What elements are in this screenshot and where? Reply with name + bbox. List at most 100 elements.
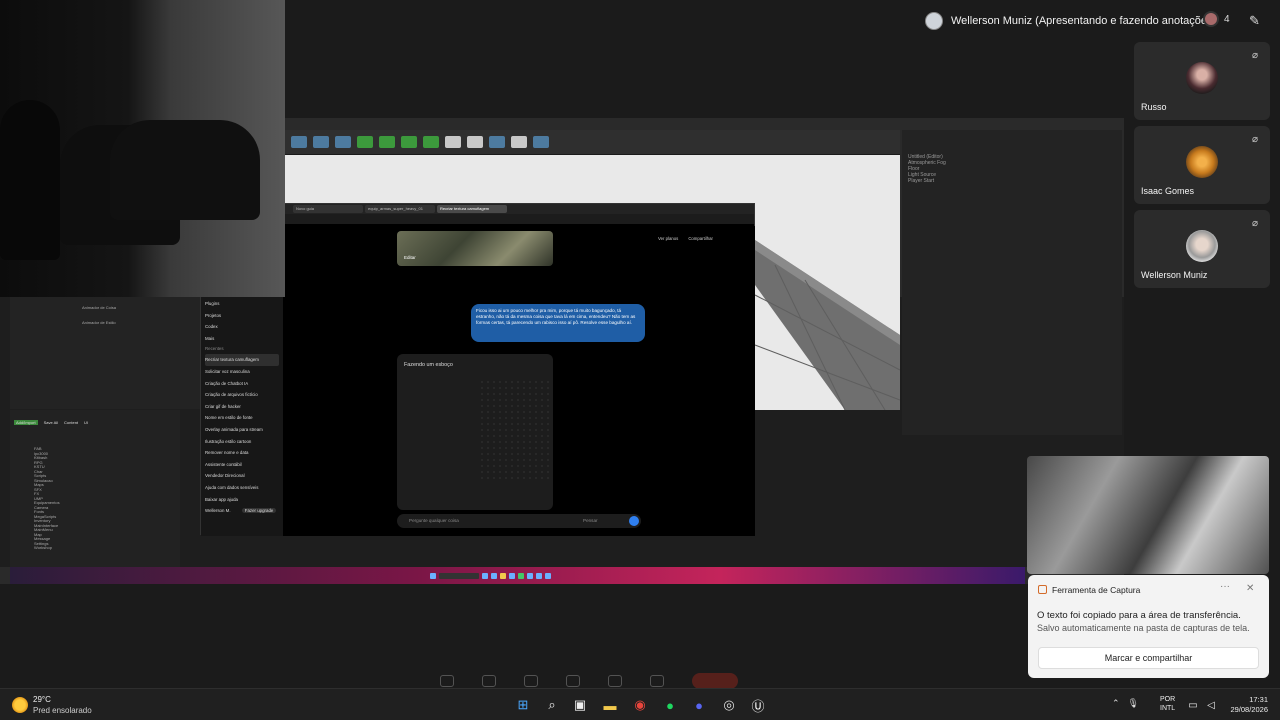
spotify-icon[interactable]: ● <box>661 696 679 714</box>
recent-chat-item[interactable]: Solicitar voz masculina <box>205 366 279 378</box>
recent-chat-item[interactable]: Overlay animada para stream <box>205 424 279 436</box>
chrome-icon[interactable]: ◉ <box>631 696 649 714</box>
toolbar-cinematics-icon[interactable] <box>401 136 417 148</box>
save-all-button[interactable]: Save All <box>44 420 58 425</box>
unreal-toolbar <box>285 130 900 155</box>
recent-chat-item[interactable]: Ajuda com dados sensíveis <box>205 482 279 494</box>
camouflage-image[interactable]: Editar <box>397 231 553 266</box>
sidebar-item-plugins[interactable]: Plugins <box>205 298 279 310</box>
file-explorer-icon[interactable]: ▬ <box>601 696 619 714</box>
send-button[interactable] <box>629 516 639 526</box>
tray-chevron-icon[interactable]: ⌃ <box>1112 698 1120 709</box>
outliner-row[interactable]: Player Start <box>902 178 1122 184</box>
sun-icon[interactable] <box>12 697 28 713</box>
recent-chat-item[interactable]: Criação de Chatbot IA <box>205 378 279 390</box>
chrome-tab[interactable]: Novo guia <box>293 205 363 213</box>
recent-chat-item[interactable]: Nome em estilo de fonte <box>205 412 279 424</box>
sketch-progress-dots <box>479 379 549 479</box>
recent-chat-item[interactable]: Remover nome e data <box>205 447 279 459</box>
prompt-placeholder: Pergunte qualquer coisa <box>409 518 459 523</box>
gpt-conversation: Ver planos Compartilhar Editar Ficou iss… <box>283 226 755 536</box>
toolbar-settings-icon[interactable] <box>335 136 351 148</box>
leave-button[interactable] <box>692 673 738 689</box>
recent-chat-item[interactable]: Criar gif de hacker <box>205 401 279 413</box>
chat-icon[interactable] <box>608 675 622 687</box>
unreal-icon[interactable]: Ⓤ <box>749 696 767 714</box>
toolbar-content-icon[interactable] <box>445 136 461 148</box>
recent-chat-item[interactable]: Recriar textura camuflagem <box>205 354 279 366</box>
microphone-icon[interactable]: 🎙 <box>1128 698 1139 709</box>
search-icon[interactable]: ⌕ <box>543 696 561 714</box>
close-icon[interactable]: ✕ <box>1246 583 1254 594</box>
sidebar-item-projects[interactable]: Projetos <box>205 310 279 322</box>
participant-tile[interactable]: ⌀ Russo <box>1134 42 1270 120</box>
app-icon <box>500 573 506 579</box>
ui-breadcrumb[interactable]: UI <box>84 420 88 425</box>
recent-chat-item[interactable]: Vendedor Direcional <box>205 470 279 482</box>
recent-chat-item[interactable]: Assistente contábil <box>205 459 279 471</box>
volume-icon[interactable]: ◁ <box>1202 696 1220 714</box>
annotate-pen-icon[interactable]: ✎ <box>1249 13 1265 29</box>
toolbar-play-icon[interactable] <box>511 136 527 148</box>
raise-hand-icon[interactable] <box>650 675 664 687</box>
participant-name: Russo <box>1141 102 1167 112</box>
steam-icon[interactable]: ◎ <box>720 696 738 714</box>
prompt-input[interactable]: Pergunte qualquer coisa Pensar <box>397 514 641 528</box>
user-message: Ficou isso ai um pouco melhor pra mim, p… <box>471 304 645 342</box>
windows-start-icon[interactable]: ⊞ <box>514 696 532 714</box>
toolbar-launch2-icon[interactable] <box>533 136 549 148</box>
react-icon[interactable] <box>566 675 580 687</box>
toolbar-source-icon[interactable] <box>313 136 329 148</box>
content-folder[interactable]: Workshop <box>34 545 180 551</box>
participant-tile[interactable]: ⌀ Wellerson Muniz <box>1134 210 1270 288</box>
toolbar-blueprints-icon[interactable] <box>357 136 373 148</box>
snipping-notification[interactable]: Ferramenta de Captura ··· ✕ O texto foi … <box>1028 575 1269 678</box>
share-button[interactable]: Compartilhar <box>688 236 713 241</box>
sidebar-item-more[interactable]: Mais <box>205 333 279 345</box>
share-screen-icon[interactable] <box>524 675 538 687</box>
weather-desc[interactable]: Pred ensolarado <box>33 706 92 715</box>
think-toggle[interactable]: Pensar <box>583 518 598 523</box>
add-import-button[interactable]: Add/Import <box>14 420 38 425</box>
recent-chat-item[interactable]: Criação de arquivos fictício <box>205 389 279 401</box>
recent-chat-item[interactable]: Ilustração estilo cartoon <box>205 436 279 448</box>
content-breadcrumb[interactable]: Content <box>64 420 78 425</box>
task-view-icon[interactable]: ▣ <box>571 696 589 714</box>
upgrade-button[interactable]: Fazer upgrade <box>241 508 277 514</box>
participant-tile[interactable]: ⌀ Isaac Gomes <box>1134 126 1270 204</box>
app-icon <box>482 573 488 579</box>
sidebar-item-codex[interactable]: Codex <box>205 321 279 333</box>
start-icon <box>430 573 436 579</box>
mic-off-icon: ⌀ <box>1251 218 1259 229</box>
anim-item[interactable]: Animador de Coisa <box>10 297 200 310</box>
chrome-tab[interactable]: equip_armas_super_heavy_01 <box>365 205 435 213</box>
toolbar-launch-icon[interactable] <box>489 136 505 148</box>
toolbar-marketplace-icon[interactable] <box>467 136 483 148</box>
discord-icon[interactable]: ● <box>690 696 708 714</box>
chrome-tab-active[interactable]: Recriar textura camuflagem <box>437 205 507 213</box>
image-edit-label[interactable]: Editar <box>404 255 416 260</box>
user-name: Wellerson M. <box>205 508 231 514</box>
participants-button[interactable]: 4 <box>1203 11 1230 27</box>
mic-icon[interactable] <box>440 675 454 687</box>
anim-item[interactable]: Animador de Estilo <box>10 310 200 325</box>
avatar <box>1186 146 1218 178</box>
weather-temp[interactable]: 29°C <box>33 695 51 704</box>
system-tray: ⌃ 🎙 <box>1112 698 1139 709</box>
presenter-bar: Wellerson Muniz (Apresentando e fazendo … <box>925 8 1216 34</box>
mark-share-button[interactable]: Marcar e compartilhar <box>1038 647 1259 669</box>
clock[interactable]: 17:31 29/08/2026 <box>1226 695 1268 715</box>
language-indicator[interactable]: POR INTL <box>1160 695 1175 713</box>
keyboard-layout: INTL <box>1160 705 1176 712</box>
network-icon[interactable]: ▭ <box>1184 696 1202 714</box>
toolbar-save-icon[interactable] <box>291 136 307 148</box>
toolbar-build-icon[interactable] <box>379 136 395 148</box>
camera-icon[interactable] <box>482 675 496 687</box>
user-account[interactable]: Wellerson M. Fazer upgrade <box>205 505 279 517</box>
world-outliner: Untitled (Editor) Atmospheric Fog Floor … <box>902 130 1122 435</box>
view-plans-link[interactable]: Ver planos <box>658 236 678 241</box>
more-options-icon[interactable]: ··· <box>1220 581 1230 592</box>
toolbar-compile-icon[interactable] <box>423 136 439 148</box>
recent-chat-item[interactable]: Baixar app ajuda <box>205 494 279 506</box>
content-tree: FAB lpc3000 Kitbash RPG KSTU Char Scripts Simul… <box>10 425 180 551</box>
